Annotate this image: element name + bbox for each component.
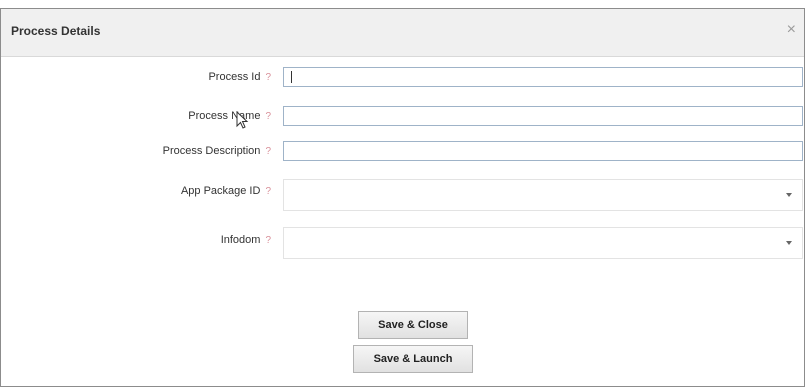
help-icon[interactable]: ? <box>265 235 271 246</box>
chevron-down-icon <box>786 193 792 197</box>
infodom-label-wrap: Infodom? <box>221 234 271 246</box>
mouse-pointer-icon <box>236 111 249 129</box>
process-name-input[interactable] <box>283 106 803 126</box>
dialog-title: Process Details <box>11 24 101 38</box>
process-description-label: Process Description <box>162 145 261 157</box>
process-details-dialog: Process Details × Process Id? Process Na… <box>0 8 805 387</box>
help-icon[interactable]: ? <box>265 72 271 83</box>
help-icon[interactable]: ? <box>265 111 271 122</box>
app-package-id-label: App Package ID <box>180 185 261 197</box>
dialog-title-bar: Process Details × <box>1 9 804 57</box>
process-description-input[interactable] <box>283 141 803 161</box>
process-name-label-wrap: Process Name? <box>188 110 271 122</box>
infodom-select[interactable] <box>283 227 803 259</box>
app-package-id-label-wrap: App Package ID? <box>181 185 271 197</box>
app-package-id-select[interactable] <box>283 179 803 211</box>
save-launch-button[interactable]: Save & Launch <box>353 345 473 373</box>
save-close-button[interactable]: Save & Close <box>358 311 468 339</box>
help-icon[interactable]: ? <box>265 186 271 197</box>
process-description-label-wrap: Process Description? <box>163 145 271 157</box>
process-id-input[interactable] <box>283 67 803 87</box>
help-icon[interactable]: ? <box>265 146 271 157</box>
infodom-label: Infodom <box>220 234 261 246</box>
chevron-down-icon <box>786 241 792 245</box>
text-caret <box>291 71 292 83</box>
process-id-label: Process Id <box>208 71 261 83</box>
process-id-label-wrap: Process Id? <box>208 71 271 83</box>
close-icon[interactable]: × <box>787 22 796 38</box>
